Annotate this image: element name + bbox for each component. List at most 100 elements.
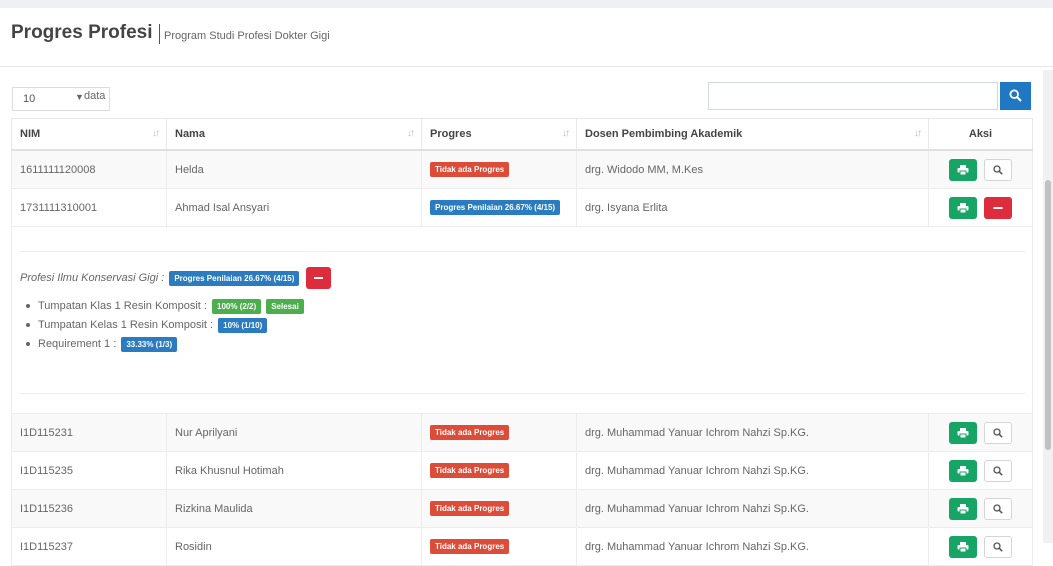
column-header-dosen[interactable]: Dosen Pembimbing Akademik ↓↑ (576, 118, 929, 151)
printer-icon (957, 164, 969, 175)
cell-aksi (928, 413, 1033, 452)
list-item: Tumpatan Klas 1 Resin Komposit : 100% (2… (26, 297, 304, 316)
progress-badge: Progres Penilaian 26.67% (4/15) (430, 200, 561, 215)
bullet (26, 323, 30, 328)
page-length-label: data (84, 90, 106, 102)
status-badge: Selesai (266, 298, 304, 314)
table-controls: 10 ▼ data (0, 66, 1053, 118)
cell-nama: Rosidin (166, 527, 422, 566)
print-button[interactable] (948, 196, 977, 219)
list-item: Requirement 1 : 33.33% (1/3) (26, 335, 304, 354)
detail-cell: Profesi Ilmu Konservasi Gigi : Progres P… (11, 226, 1033, 414)
cell-progres: Tidak ada Progres (421, 451, 577, 490)
bullet (26, 304, 30, 309)
column-header-nama[interactable]: Nama ↓↑ (166, 118, 422, 151)
detail-row: Profesi Ilmu Konservasi Gigi : Progres P… (11, 226, 1033, 414)
table-row: 1731111310001 Ahmad Isal Ansyari Progres… (11, 188, 1033, 227)
detail-panel: Profesi Ilmu Konservasi Gigi : Progres P… (12, 227, 1033, 413)
view-button[interactable] (984, 497, 1013, 520)
search-button[interactable] (1000, 82, 1031, 110)
printer-icon (957, 541, 969, 552)
printer-icon (957, 427, 969, 438)
table-header-row: NIM ↓↑ Nama ↓↑ Progres ↓↑ Dosen Pembimbing … (11, 118, 1033, 151)
cell-nama: Nur Aprilyani (166, 413, 422, 452)
view-button[interactable] (984, 459, 1013, 482)
cell-nim: I1D115237 (11, 527, 167, 566)
students-table: NIM ↓↑ Nama ↓↑ Progres ↓↑ Dosen Pembimbing … (11, 118, 1033, 566)
cell-nama: Helda (166, 149, 422, 189)
column-header-nim[interactable]: NIM ↓↑ (11, 118, 167, 151)
print-button[interactable] (948, 158, 977, 181)
requirement-label: Tumpatan Klas 1 Resin Komposit : (38, 300, 207, 312)
divider (20, 251, 1025, 252)
cell-aksi (928, 489, 1033, 528)
print-button[interactable] (948, 497, 977, 520)
cell-progres: Tidak ada Progres (421, 527, 577, 566)
cell-progres: Tidak ada Progres (421, 149, 577, 189)
cell-dosen: drg. Widodo MM, M.Kes (576, 149, 929, 189)
progress-badge: Tidak ada Progres (430, 501, 510, 516)
search-icon (993, 541, 1003, 552)
progress-badge: Tidak ada Progres (430, 162, 510, 177)
search-icon (993, 503, 1003, 514)
table-row: I1D115237 Rosidin Tidak ada Progres drg.… (11, 527, 1033, 566)
table-row: I1D115236 Rizkina Maulida Tidak ada Prog… (11, 489, 1033, 528)
detail-heading: Profesi Ilmu Konservasi Gigi : Progres P… (20, 267, 332, 289)
cell-nim: I1D115236 (11, 489, 167, 528)
cell-dosen: drg. Isyana Erlita (576, 188, 929, 227)
printer-icon (957, 465, 969, 476)
top-strip (0, 0, 1053, 8)
column-header-progres[interactable]: Progres ↓↑ (421, 118, 577, 151)
sort-icon: ↓↑ (562, 128, 570, 139)
cell-nama: Rika Khusnul Hotimah (166, 451, 422, 490)
view-button[interactable] (984, 421, 1013, 444)
detail-heading-text: Profesi Ilmu Konservasi Gigi : (20, 271, 165, 284)
printer-icon (957, 503, 969, 514)
sort-icon: ↓↑ (914, 128, 922, 139)
page-length-value: 10 (23, 93, 36, 105)
chevron-down-icon: ▼ (75, 92, 84, 102)
print-button[interactable] (948, 459, 977, 482)
minus-icon (993, 206, 1003, 209)
page-title: Progres Profesi (11, 22, 153, 43)
requirement-badge: 33.33% (1/3) (121, 336, 178, 352)
search-icon (993, 465, 1003, 476)
cell-progres: Tidak ada Progres (421, 413, 577, 452)
search-icon (1009, 89, 1022, 102)
scrollbar-thumb[interactable] (1045, 180, 1051, 450)
cell-progres: Tidak ada Progres (421, 489, 577, 528)
divider (20, 393, 1025, 394)
detail-collapse-button[interactable] (306, 267, 332, 289)
collapse-button[interactable] (984, 196, 1013, 219)
requirement-badge: 100% (2/2) (212, 298, 262, 314)
detail-progress-badge: Progres Penilaian 26.67% (4/15) (169, 270, 300, 286)
column-header-aksi: Aksi (928, 118, 1033, 151)
view-button[interactable] (984, 535, 1013, 558)
list-item: Tumpatan Kelas 1 Resin Komposit : 10% (1… (26, 316, 304, 335)
search-icon (993, 427, 1003, 438)
cell-nim: I1D115231 (11, 413, 167, 452)
requirement-badge: 10% (1/10) (218, 317, 268, 333)
table-row: I1D115231 Nur Aprilyani Tidak ada Progre… (11, 413, 1033, 452)
print-button[interactable] (948, 535, 977, 558)
print-button[interactable] (948, 421, 977, 444)
search-input[interactable] (708, 82, 998, 110)
printer-icon (957, 202, 969, 213)
requirement-label: Requirement 1 : (38, 338, 117, 350)
table-row: I1D115235 Rika Khusnul Hotimah Tidak ada… (11, 451, 1033, 490)
cell-dosen: drg. Muhammad Yanuar Ichrom Nahzi Sp.KG. (576, 413, 929, 452)
page-subtitle: Program Studi Profesi Dokter Gigi (164, 30, 330, 42)
cell-nim: I1D115235 (11, 451, 167, 490)
progress-badge: Tidak ada Progres (430, 463, 510, 478)
cell-dosen: drg. Muhammad Yanuar Ichrom Nahzi Sp.KG. (576, 489, 929, 528)
bullet (26, 342, 30, 347)
table-row: 1611111120008 Helda Tidak ada Progres dr… (11, 149, 1033, 189)
cell-aksi (928, 527, 1033, 566)
page-header: Progres Profesi Program Studi Profesi Do… (0, 8, 1053, 67)
requirement-label: Tumpatan Kelas 1 Resin Komposit : (38, 319, 214, 331)
progress-badge: Tidak ada Progres (430, 425, 510, 440)
cell-dosen: drg. Muhammad Yanuar Ichrom Nahzi Sp.KG. (576, 451, 929, 490)
cell-aksi (928, 451, 1033, 490)
view-button[interactable] (984, 158, 1013, 181)
cell-progres: Progres Penilaian 26.67% (4/15) (421, 188, 577, 227)
